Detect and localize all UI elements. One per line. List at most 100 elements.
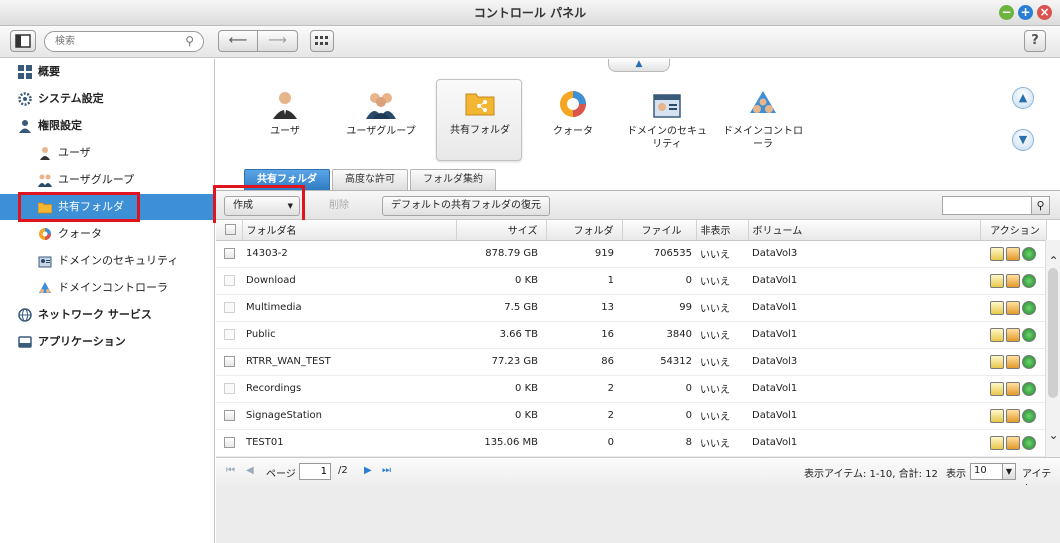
row-checkbox[interactable] xyxy=(223,328,235,340)
last-page-icon[interactable]: ⏭ xyxy=(382,465,391,476)
first-page-icon[interactable]: ⏮ xyxy=(226,465,235,476)
column-header-folders[interactable]: フォルダ xyxy=(546,220,623,241)
cell-hidden: いいえ xyxy=(696,240,748,268)
row-checkbox[interactable] xyxy=(223,355,235,367)
category-domain-controller[interactable]: ドメインコントローラ xyxy=(720,81,806,163)
chevron-down-icon[interactable]: ⌄ xyxy=(1046,428,1060,442)
edit-icon[interactable] xyxy=(990,381,1004,396)
page-number-input[interactable] xyxy=(299,463,331,480)
per-page-select[interactable]: 10 ▼ xyxy=(970,463,1016,480)
search-icon[interactable]: ⚲ xyxy=(185,34,194,48)
next-page-icon[interactable]: ▶ xyxy=(364,465,372,476)
prev-page-icon[interactable]: ◀ xyxy=(246,465,254,476)
row-checkbox[interactable] xyxy=(223,274,235,286)
window-title: コントロール パネル xyxy=(473,6,587,20)
edit-icon[interactable] xyxy=(990,273,1004,288)
refresh-icon[interactable] xyxy=(1022,273,1036,288)
select-all-checkbox[interactable] xyxy=(225,224,237,235)
permission-icon[interactable] xyxy=(1006,381,1020,396)
tab-folder-aggregation[interactable]: フォルダ集約 xyxy=(410,169,496,190)
scrollbar-thumb[interactable] xyxy=(1048,268,1058,398)
tab-advanced-permissions[interactable]: 高度な許可 xyxy=(332,169,408,190)
minimize-icon[interactable]: − xyxy=(999,5,1014,20)
table-search-input[interactable] xyxy=(943,197,1029,214)
collapse-toggle[interactable]: ▲ xyxy=(608,59,670,72)
sidebar-item-network-services[interactable]: ネットワーク サービス xyxy=(0,302,214,328)
sidebar-item-system-settings[interactable]: システム設定 xyxy=(0,86,214,112)
sidebar-item-quota[interactable]: クォータ xyxy=(0,221,214,247)
maximize-icon[interactable]: + xyxy=(1018,5,1033,20)
category-user-groups[interactable]: ユーザグループ xyxy=(338,81,424,163)
sidebar-item-overview[interactable]: 概要 xyxy=(0,59,214,85)
refresh-icon[interactable] xyxy=(1022,354,1036,369)
arrow-left-icon: ⟵ xyxy=(228,33,248,48)
permission-icon[interactable] xyxy=(1006,327,1020,342)
row-select-cell xyxy=(216,429,242,457)
sidebar-item-domain-controller[interactable]: ドメインコントローラ xyxy=(0,275,214,301)
restore-default-folders-button[interactable]: デフォルトの共有フォルダの復元 xyxy=(382,196,550,216)
refresh-icon[interactable] xyxy=(1022,435,1036,450)
row-checkbox[interactable] xyxy=(223,409,235,421)
edit-icon[interactable] xyxy=(990,327,1004,342)
row-checkbox[interactable] xyxy=(223,436,235,448)
column-header-size[interactable]: サイズ xyxy=(456,220,547,241)
table-scrollbar[interactable]: ⌃ ⌄ xyxy=(1045,240,1060,457)
table-row[interactable]: Multimedia 7.5 GB 13 99 いいえ DataVol1 xyxy=(216,294,1046,322)
category-scroll-down-button[interactable]: ▼ xyxy=(1012,129,1034,151)
category-domain-security[interactable]: ドメインのセキュリティ xyxy=(624,81,710,163)
table-row[interactable]: TEST01 135.06 MB 0 8 いいえ DataVol1 xyxy=(216,429,1046,457)
permission-icon[interactable] xyxy=(1006,300,1020,315)
table-search-box: ⚲ xyxy=(942,196,1050,215)
column-header-volume[interactable]: ボリューム xyxy=(748,220,981,241)
forward-button[interactable]: ⟶ xyxy=(258,30,298,52)
column-header-files[interactable]: ファイル xyxy=(622,220,697,241)
row-checkbox[interactable] xyxy=(223,301,235,313)
sidebar-item-users[interactable]: ユーザ xyxy=(0,140,214,166)
chevron-up-icon[interactable]: ⌃ xyxy=(1046,254,1060,268)
permission-icon[interactable] xyxy=(1006,246,1020,261)
column-header-name[interactable]: フォルダ名 xyxy=(242,220,457,241)
search-icon[interactable]: ⚲ xyxy=(1031,197,1049,214)
table-row[interactable]: Recordings 0 KB 2 0 いいえ DataVol1 xyxy=(216,375,1046,403)
permission-icon[interactable] xyxy=(1006,435,1020,450)
sidebar-item-applications[interactable]: アプリケーション xyxy=(0,329,214,355)
category-shared-folders[interactable]: 共有フォルダ xyxy=(436,79,522,161)
back-button[interactable]: ⟵ xyxy=(218,30,258,52)
table-row[interactable]: RTRR_WAN_TEST 77.23 GB 86 54312 いいえ DataVol3 xyxy=(216,348,1046,376)
refresh-icon[interactable] xyxy=(1022,246,1036,261)
sidebar-toggle-button[interactable] xyxy=(10,30,36,52)
refresh-icon[interactable] xyxy=(1022,300,1036,315)
apps-grid-button[interactable] xyxy=(310,30,334,52)
row-checkbox[interactable] xyxy=(223,247,235,259)
sidebar-item-domain-security[interactable]: ドメインのセキュリティ xyxy=(0,248,214,274)
row-checkbox[interactable] xyxy=(223,382,235,394)
close-icon[interactable]: × xyxy=(1037,5,1052,20)
refresh-icon[interactable] xyxy=(1022,381,1036,396)
category-scroll-up-button[interactable]: ▲ xyxy=(1012,87,1034,109)
permission-icon[interactable] xyxy=(1006,354,1020,369)
edit-icon[interactable] xyxy=(990,408,1004,423)
permission-icon[interactable] xyxy=(1006,408,1020,423)
category-users[interactable]: ユーザ xyxy=(242,81,328,163)
permission-icon[interactable] xyxy=(1006,273,1020,288)
help-button[interactable]: ? xyxy=(1024,30,1046,52)
column-header-hidden[interactable]: 非表示 xyxy=(696,220,749,241)
cell-folders: 1 xyxy=(546,267,622,295)
refresh-icon[interactable] xyxy=(1022,327,1036,342)
delete-button[interactable]: 削除 xyxy=(320,196,358,216)
edit-icon[interactable] xyxy=(990,246,1004,261)
edit-icon[interactable] xyxy=(990,354,1004,369)
edit-icon[interactable] xyxy=(990,435,1004,450)
cell-folders: 86 xyxy=(546,348,622,376)
table-row[interactable]: Public 3.66 TB 16 3840 いいえ DataVol1 xyxy=(216,321,1046,349)
cell-size: 3.66 TB xyxy=(456,321,546,349)
sidebar-item-user-groups[interactable]: ユーザグループ xyxy=(0,167,214,193)
refresh-icon[interactable] xyxy=(1022,408,1036,423)
table-row[interactable]: Download 0 KB 1 0 いいえ DataVol1 xyxy=(216,267,1046,295)
table-row[interactable]: SignageStation 0 KB 2 0 いいえ DataVol1 xyxy=(216,402,1046,430)
search-input[interactable] xyxy=(45,32,175,51)
sidebar-item-privilege-settings[interactable]: 権限設定 xyxy=(0,113,214,139)
table-row[interactable]: 14303-2 878.79 GB 919 706535 いいえ DataVol3 xyxy=(216,240,1046,268)
edit-icon[interactable] xyxy=(990,300,1004,315)
category-quota[interactable]: クォータ xyxy=(530,81,616,163)
